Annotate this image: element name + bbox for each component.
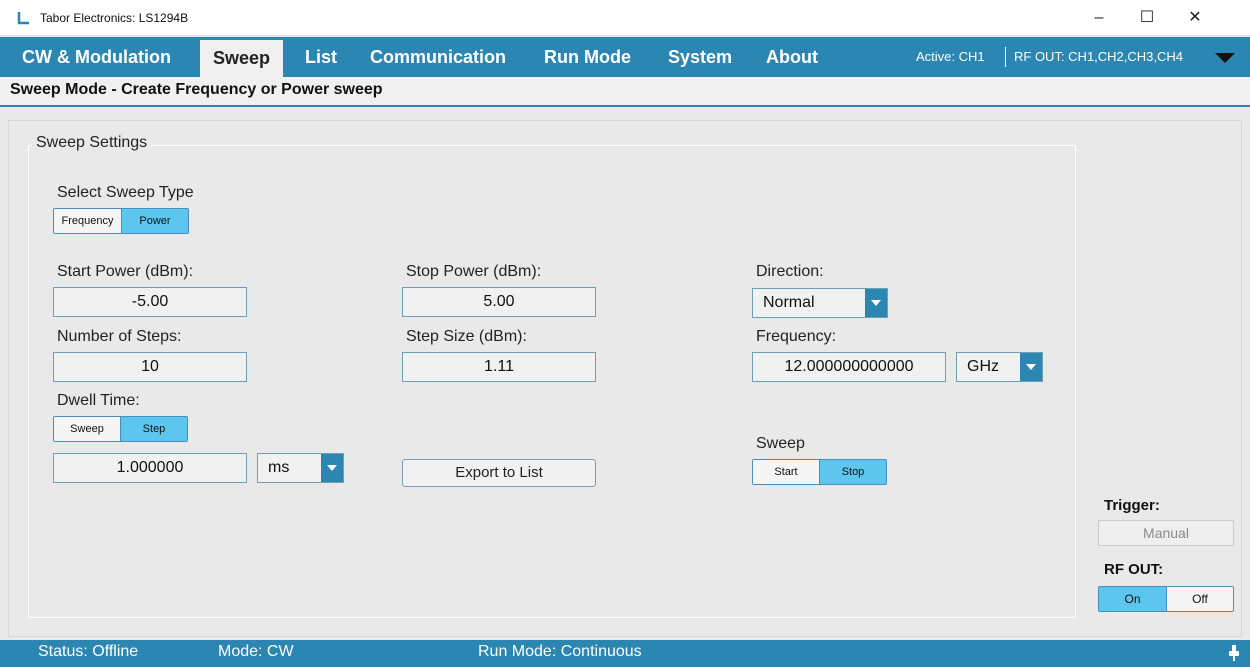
tab-sweep[interactable]: Sweep <box>200 40 284 77</box>
tab-about[interactable]: About <box>766 37 818 77</box>
sweep-type-frequency-button[interactable]: Frequency <box>54 209 121 233</box>
maximize-button[interactable]: ☐ <box>1124 4 1170 32</box>
close-button[interactable]: ✕ <box>1172 4 1218 32</box>
page-subheader: Sweep Mode - Create Frequency or Power s… <box>0 77 1250 107</box>
direction-label: Direction: <box>756 263 824 280</box>
direction-dropdown[interactable]: Normal <box>752 288 888 318</box>
dwell-unit-value: ms <box>268 459 290 476</box>
sweep-stop-button[interactable]: Stop <box>819 460 886 484</box>
title-bar: Tabor Electronics: LS1294B – ☐ ✕ <box>0 0 1250 36</box>
tab-list[interactable]: List <box>305 37 337 77</box>
step-size-field[interactable]: 1.11 <box>402 352 596 382</box>
tab-communication[interactable]: Communication <box>370 37 506 77</box>
sweep-settings-title: Sweep Settings <box>32 134 152 152</box>
status-text: Status: Offline <box>38 643 139 660</box>
rf-out-on-button[interactable]: On <box>1099 587 1166 611</box>
run-mode-text: Run Mode: Continuous <box>478 643 642 660</box>
start-power-label: Start Power (dBm): <box>57 263 194 280</box>
stop-power-label: Stop Power (dBm): <box>406 263 542 280</box>
export-to-list-button[interactable]: Export to List <box>402 459 596 487</box>
direction-value: Normal <box>763 294 815 311</box>
sweep-type-toggle: Frequency Power <box>53 208 189 234</box>
sweep-type-label: Select Sweep Type <box>57 184 194 201</box>
window-title: Tabor Electronics: LS1294B <box>40 11 189 25</box>
tab-system[interactable]: System <box>668 37 732 77</box>
rf-out-toggle: On Off <box>1098 586 1234 612</box>
rf-out-label: RF OUT: <box>1104 561 1164 578</box>
rf-out-off-button[interactable]: Off <box>1166 587 1233 611</box>
dwell-time-label: Dwell Time: <box>57 392 140 409</box>
tab-run-mode[interactable]: Run Mode <box>544 37 631 77</box>
stop-power-field[interactable]: 5.00 <box>402 287 596 317</box>
dwell-time-field[interactable]: 1.000000 <box>53 453 247 483</box>
menu-caret-down-icon[interactable] <box>1215 53 1235 63</box>
dwell-step-button[interactable]: Step <box>120 417 187 441</box>
dwell-mode-toggle: Sweep Step <box>53 416 188 442</box>
frequency-unit-value: GHz <box>967 358 999 375</box>
sweep-type-power-button[interactable]: Power <box>121 209 188 233</box>
minimize-button[interactable]: – <box>1076 4 1122 32</box>
dwell-unit-dropdown[interactable]: ms <box>257 453 344 483</box>
dropdown-arrow-icon <box>1020 353 1042 381</box>
trigger-label: Trigger: <box>1104 497 1160 514</box>
steps-label: Number of Steps: <box>57 328 182 345</box>
tab-cw-modulation[interactable]: CW & Modulation <box>22 37 171 77</box>
frequency-unit-dropdown[interactable]: GHz <box>956 352 1043 382</box>
active-channel-text: Active: CH1 <box>916 49 985 64</box>
frequency-field[interactable]: 12.000000000000 <box>752 352 946 382</box>
dwell-sweep-button[interactable]: Sweep <box>54 417 120 441</box>
app-logo-icon <box>17 12 29 25</box>
step-size-label: Step Size (dBm): <box>406 328 527 345</box>
steps-field[interactable]: 10 <box>53 352 247 382</box>
dropdown-arrow-icon <box>865 289 887 317</box>
connection-plug-icon <box>1229 645 1239 661</box>
sweep-control-label: Sweep <box>756 435 805 452</box>
status-bar: Status: Offline Mode: CW Run Mode: Conti… <box>0 640 1250 667</box>
sweep-start-button[interactable]: Start <box>753 460 819 484</box>
menu-separator <box>1005 47 1006 67</box>
rf-out-status-text: RF OUT: CH1,CH2,CH3,CH4 <box>1014 49 1184 64</box>
main-menu: CW & Modulation Sweep List Communication… <box>0 37 1250 77</box>
start-power-field[interactable]: -5.00 <box>53 287 247 317</box>
mode-text: Mode: CW <box>218 643 294 660</box>
dropdown-arrow-icon <box>321 454 343 482</box>
frequency-label: Frequency: <box>756 328 837 345</box>
sweep-control-toggle: Start Stop <box>752 459 887 485</box>
page-title: Sweep Mode - Create Frequency or Power s… <box>10 81 383 98</box>
manual-trigger-button[interactable]: Manual <box>1098 520 1234 546</box>
